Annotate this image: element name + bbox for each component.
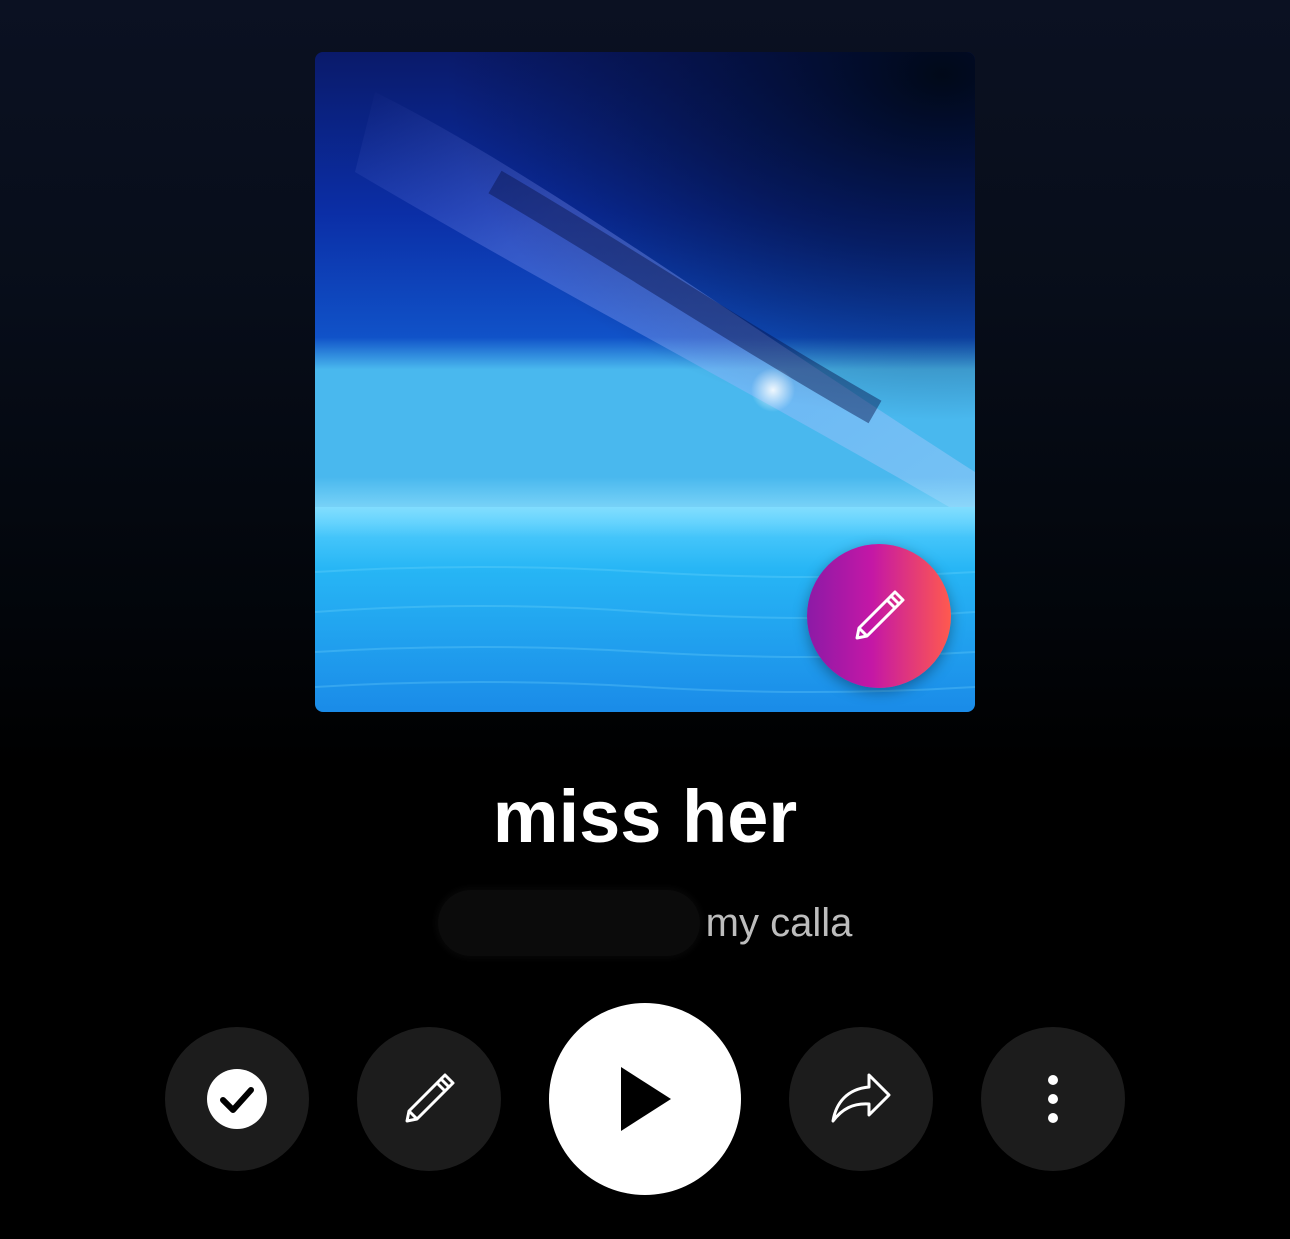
pencil-icon <box>855 590 905 640</box>
play-button[interactable] <box>549 1003 741 1195</box>
edit-artwork-button[interactable] <box>807 544 951 688</box>
done-button[interactable] <box>165 1027 309 1171</box>
play-icon <box>621 1067 671 1131</box>
more-vertical-icon <box>1048 1075 1058 1123</box>
artist-row: my calla <box>0 890 1290 956</box>
share-arrow-icon <box>831 1073 891 1123</box>
more-options-button[interactable] <box>981 1027 1125 1171</box>
edit-button[interactable] <box>357 1027 501 1171</box>
track-title: miss her <box>492 775 798 858</box>
track-subtitle[interactable]: my calla <box>706 898 853 948</box>
share-button[interactable] <box>789 1027 933 1171</box>
player-screen: miss her my calla <box>0 0 1290 1239</box>
redacted-text <box>437 890 700 956</box>
pencil-icon <box>405 1073 455 1123</box>
check-circle-icon <box>207 1069 267 1129</box>
